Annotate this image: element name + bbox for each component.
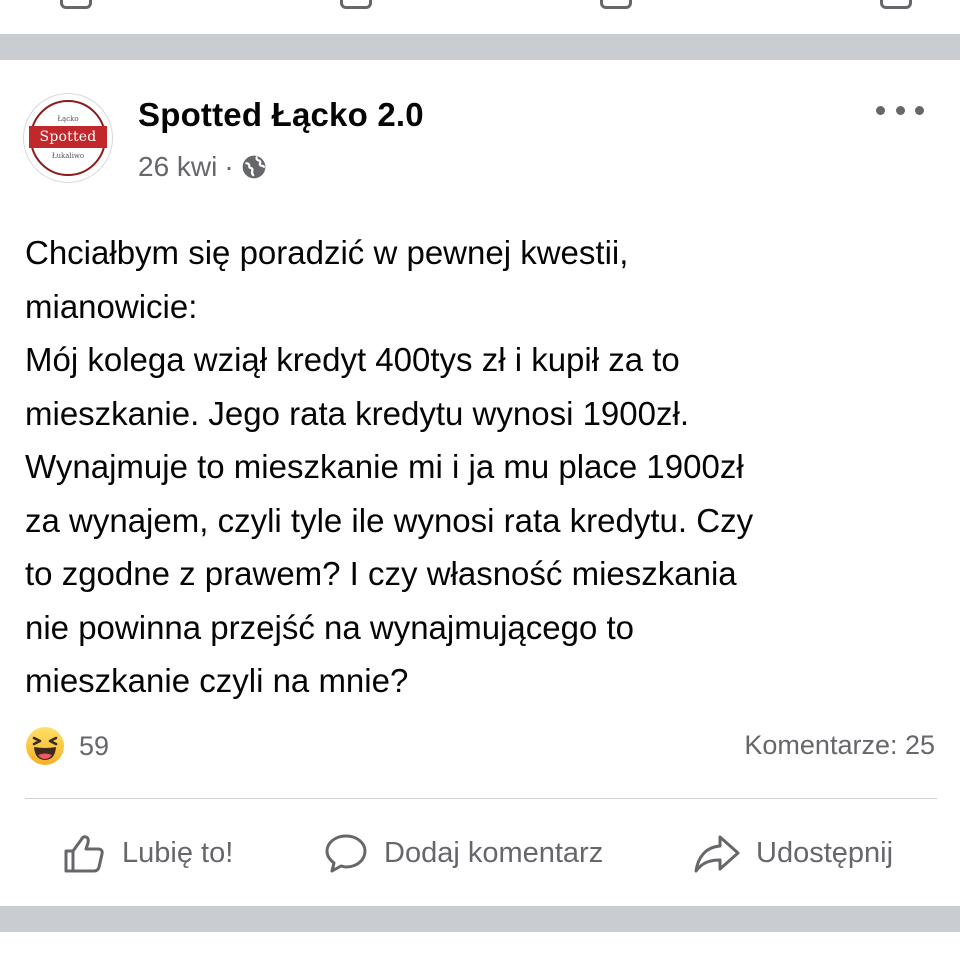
avatar-top-text: Łącko <box>57 115 79 123</box>
thumbs-up-icon <box>64 835 104 873</box>
previous-more-icon <box>880 0 912 9</box>
meta-separator: · <box>224 151 234 182</box>
like-button[interactable]: Lubię to! <box>60 822 233 884</box>
comment-bubble-icon <box>325 834 367 873</box>
post-text-line: mieszkanie czyli na mnie? <box>25 662 409 699</box>
haha-icon <box>26 727 64 765</box>
post-meta: 26 kwi · <box>138 151 267 183</box>
post-text-line: Mój kolega wziął kredyt 400tys zł i kupi… <box>25 341 680 378</box>
actions-divider <box>25 798 937 799</box>
post-date-link[interactable]: 26 kwi <box>138 151 217 183</box>
more-dot <box>876 105 885 115</box>
post-text-line: nie powinna przejść na wynajmującego to <box>25 608 635 646</box>
comments-count-link[interactable]: Komentarze: 25 <box>744 730 935 761</box>
post-text-line: to zgodne z prawem? I czy własność miesz… <box>25 555 737 592</box>
previous-comment-icon <box>340 0 372 9</box>
comment-button[interactable]: Dodaj komentarz <box>322 822 603 884</box>
post-text-line: za wynajem, czyli tyle ile wynosi rata k… <box>25 501 754 539</box>
feed-divider-bottom <box>0 906 960 932</box>
previous-post-action-bar <box>0 0 960 22</box>
post-text-line: mianowicie: <box>25 287 198 325</box>
reaction-count: 59 <box>79 730 110 761</box>
post-text: Chciałbym się poradzić w pewnej kwestii,… <box>25 226 940 708</box>
more-dot <box>895 105 905 115</box>
comment-label: Dodaj komentarz <box>384 836 604 869</box>
like-label: Lubię to! <box>122 836 234 869</box>
globe-icon[interactable] <box>241 154 267 180</box>
share-label: Udostępnij <box>756 836 894 869</box>
page-avatar[interactable]: Łącko Spotted Łukaliwo <box>23 93 113 183</box>
feed-divider-top <box>0 34 960 60</box>
share-button[interactable]: Udostępnij <box>692 822 893 884</box>
post-text-line: Wynajmuje to mieszkanie mi i ja mu place… <box>25 448 744 485</box>
more-options-icon[interactable] <box>876 98 924 122</box>
post-action-bar: Lubię to! Dodaj komentarz Udostępnij <box>0 822 960 884</box>
avatar-bottom-text: Łukaliwo <box>51 152 85 160</box>
previous-like-icon <box>60 0 92 9</box>
more-dot <box>915 105 924 115</box>
share-arrow-icon <box>694 835 740 873</box>
page-name-link[interactable]: Spotted Łącko 2.0 <box>138 96 424 134</box>
post-text-line: Chciałbym się poradzić w pewnej kwestii, <box>25 234 629 271</box>
previous-share-icon <box>600 0 632 9</box>
avatar-banner: Spotted <box>29 126 107 148</box>
post-text-line: mieszkanie. Jego rata kredytu wynosi 190… <box>25 394 689 432</box>
reactions-summary[interactable]: 59 <box>25 724 109 768</box>
